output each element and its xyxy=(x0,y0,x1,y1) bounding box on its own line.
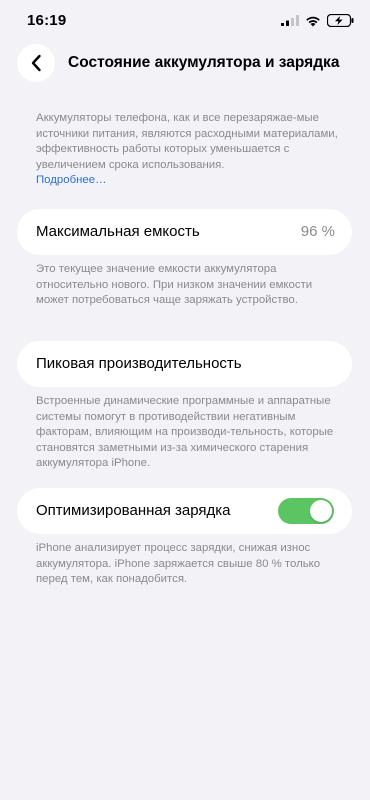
learn-more-link[interactable]: Подробнее… xyxy=(36,173,338,189)
optimized-charging-row: Оптимизированная зарядка xyxy=(17,488,352,534)
navigation-bar: Состояние аккумулятора и зарядка xyxy=(0,40,370,86)
page-title: Состояние аккумулятора и зарядка xyxy=(68,54,340,71)
intro-text: Аккумуляторы телефона, как и все перезар… xyxy=(36,112,338,171)
peak-performance-label: Пиковая производительность xyxy=(36,355,242,372)
optimized-charging-toggle[interactable] xyxy=(278,498,334,524)
status-time: 16:19 xyxy=(27,12,67,29)
max-capacity-value: 96 % xyxy=(300,223,335,240)
chevron-left-icon xyxy=(31,54,41,72)
max-capacity-description: Это текущее значение емкости аккумулятор… xyxy=(36,263,313,307)
status-icons xyxy=(281,14,354,27)
max-capacity-row: Максимальная емкость 96 % xyxy=(17,209,352,255)
status-bar: 16:19 xyxy=(0,0,370,44)
optimized-charging-label: Оптимизированная зарядка xyxy=(36,502,231,519)
optimized-charging-description: iPhone анализирует процесс зарядки, сниж… xyxy=(36,542,321,586)
back-button[interactable] xyxy=(17,44,55,82)
intro-section: Аккумуляторы телефона, как и все перезар… xyxy=(36,111,338,189)
peak-performance-row[interactable]: Пиковая производительность xyxy=(17,341,352,387)
cellular-signal-icon xyxy=(281,15,299,26)
battery-charging-icon xyxy=(327,14,354,27)
toggle-knob xyxy=(310,500,332,522)
peak-performance-description: Встроенные динамические программные и ап… xyxy=(36,395,334,470)
max-capacity-label: Максимальная емкость xyxy=(36,223,200,240)
wifi-icon xyxy=(306,16,320,26)
